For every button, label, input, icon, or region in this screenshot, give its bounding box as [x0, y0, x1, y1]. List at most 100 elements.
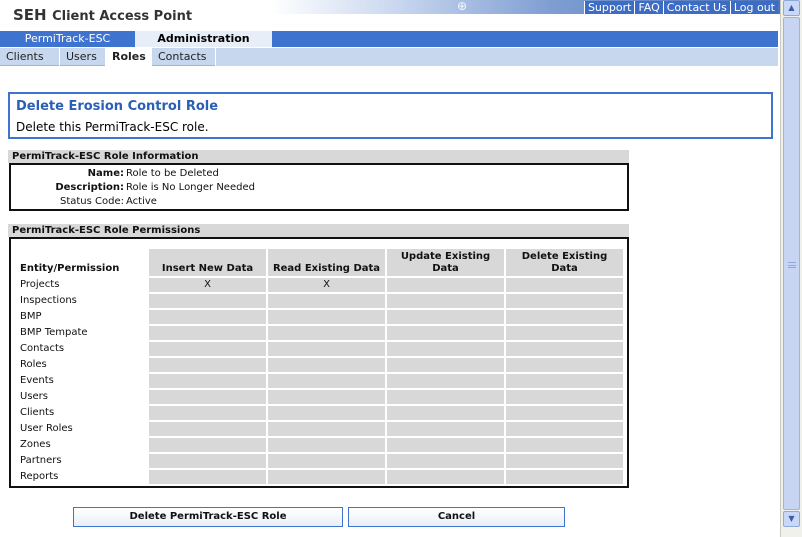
permission-cell-delete	[506, 294, 623, 308]
role-name-row: Name: Role to be Deleted	[11, 167, 627, 181]
role-info-box: Name: Role to be Deleted Description: Ro…	[9, 163, 629, 211]
crosshair-icon: ⊕	[456, 0, 468, 13]
table-row: Events	[20, 374, 623, 388]
table-row: Projects X X	[20, 278, 623, 292]
grip-icon	[788, 262, 796, 268]
table-row: Roles	[20, 358, 623, 372]
entity-name: Zones	[20, 438, 147, 452]
role-description-label: Description:	[55, 182, 124, 193]
sub-tabs-background	[216, 48, 778, 66]
permissions-table: Entity/Permission Insert New Data Read E…	[18, 247, 625, 486]
page-subtitle: Delete this PermiTrack-ESC role.	[16, 120, 209, 134]
permission-cell-delete	[506, 406, 623, 420]
cancel-button[interactable]: Cancel	[348, 507, 565, 527]
permission-cell-update	[387, 454, 504, 468]
role-name-value: Role to be Deleted	[126, 168, 219, 179]
support-link[interactable]: Support	[583, 1, 635, 14]
permission-cell-insert	[149, 374, 266, 388]
permission-cell-delete	[506, 470, 623, 484]
permission-cell-update	[387, 390, 504, 404]
delete-role-button[interactable]: Delete PermiTrack-ESC Role	[73, 507, 343, 527]
permission-cell-insert	[149, 326, 266, 340]
permission-cell-insert	[149, 294, 266, 308]
entity-name: Roles	[20, 358, 147, 372]
contact-us-link[interactable]: Contact Us	[662, 1, 730, 14]
permission-cell-read	[268, 406, 385, 420]
permission-cell-delete	[506, 454, 623, 468]
logo-title: Client Access Point	[52, 9, 193, 24]
role-description-row: Description: Role is No Longer Needed	[11, 181, 627, 195]
tab-administration[interactable]: Administration	[135, 31, 272, 47]
permission-cell-update	[387, 294, 504, 308]
permission-cell-insert	[149, 406, 266, 420]
permission-cell-insert	[149, 358, 266, 372]
permission-cell-update	[387, 310, 504, 324]
permission-cell-read	[268, 422, 385, 436]
scroll-down-button[interactable]: ▼	[783, 511, 800, 527]
permission-cell-read	[268, 310, 385, 324]
permission-cell-read	[268, 470, 385, 484]
permission-cell-read	[268, 390, 385, 404]
role-description-value: Role is No Longer Needed	[126, 182, 255, 193]
permission-cell-read: X	[268, 278, 385, 292]
column-header-entity: Entity/Permission	[20, 249, 147, 276]
permission-cell-delete	[506, 438, 623, 452]
entity-name: BMP	[20, 310, 147, 324]
column-header-insert: Insert New Data	[149, 249, 266, 276]
tab-permitrack-esc[interactable]: PermiTrack-ESC	[0, 31, 135, 47]
permission-cell-read	[268, 294, 385, 308]
table-row: Inspections	[20, 294, 623, 308]
table-row: Zones	[20, 438, 623, 452]
role-permissions-header: PermiTrack-ESC Role Permissions	[8, 224, 629, 237]
permission-cell-delete	[506, 342, 623, 356]
role-info-header: PermiTrack-ESC Role Information	[8, 150, 629, 163]
sub-tabs: Clients Users Roles Contacts	[0, 48, 778, 66]
entity-name: User Roles	[20, 422, 147, 436]
permission-cell-read	[268, 342, 385, 356]
column-header-read: Read Existing Data	[268, 249, 385, 276]
log-out-link[interactable]: Log out	[729, 1, 778, 14]
scrollbar-thumb[interactable]	[783, 17, 800, 510]
chevron-up-icon: ▲	[788, 3, 795, 12]
permission-cell-read	[268, 454, 385, 468]
permission-cell-read	[268, 326, 385, 340]
permission-cell-insert: X	[149, 278, 266, 292]
permission-cell-insert	[149, 422, 266, 436]
table-row: BMP Tempate	[20, 326, 623, 340]
permissions-table-body: Projects X X Inspections BMP BMP Tempate Conta…	[20, 278, 623, 484]
subtab-roles[interactable]: Roles	[106, 48, 152, 66]
permission-cell-insert	[149, 438, 266, 452]
app-header: SEH Client Access Point ⊕ Support FAQ Co…	[0, 0, 780, 31]
logo: SEH Client Access Point	[13, 6, 192, 24]
role-permissions-box: Entity/Permission Insert New Data Read E…	[9, 237, 629, 488]
top-links: Support FAQ Contact Us Log out	[583, 1, 778, 14]
permission-cell-delete	[506, 422, 623, 436]
permission-cell-delete	[506, 358, 623, 372]
faq-link[interactable]: FAQ	[634, 1, 663, 14]
permission-cell-insert	[149, 342, 266, 356]
page-title-box: Delete Erosion Control Role Delete this …	[8, 92, 773, 139]
table-row: User Roles	[20, 422, 623, 436]
scroll-up-button[interactable]: ▲	[783, 0, 800, 16]
main-tabs: PermiTrack-ESC Administration	[0, 31, 778, 47]
permission-cell-update	[387, 406, 504, 420]
subtab-clients[interactable]: Clients	[0, 48, 60, 66]
permission-cell-update	[387, 438, 504, 452]
entity-name: Inspections	[20, 294, 147, 308]
chevron-down-icon: ▼	[788, 514, 795, 523]
subtab-users[interactable]: Users	[60, 48, 106, 66]
entity-name: Clients	[20, 406, 147, 420]
table-row: Contacts	[20, 342, 623, 356]
subtab-contacts[interactable]: Contacts	[152, 48, 216, 66]
permission-cell-update	[387, 358, 504, 372]
table-row: Users	[20, 390, 623, 404]
page-title: Delete Erosion Control Role	[16, 99, 219, 114]
table-row: Clients	[20, 406, 623, 420]
vertical-scrollbar[interactable]: ▲ ▼	[780, 0, 802, 537]
entity-name: Contacts	[20, 342, 147, 356]
permission-cell-insert	[149, 454, 266, 468]
entity-name: Projects	[20, 278, 147, 292]
table-row: Partners	[20, 454, 623, 468]
permission-cell-delete	[506, 278, 623, 292]
permission-cell-insert	[149, 470, 266, 484]
